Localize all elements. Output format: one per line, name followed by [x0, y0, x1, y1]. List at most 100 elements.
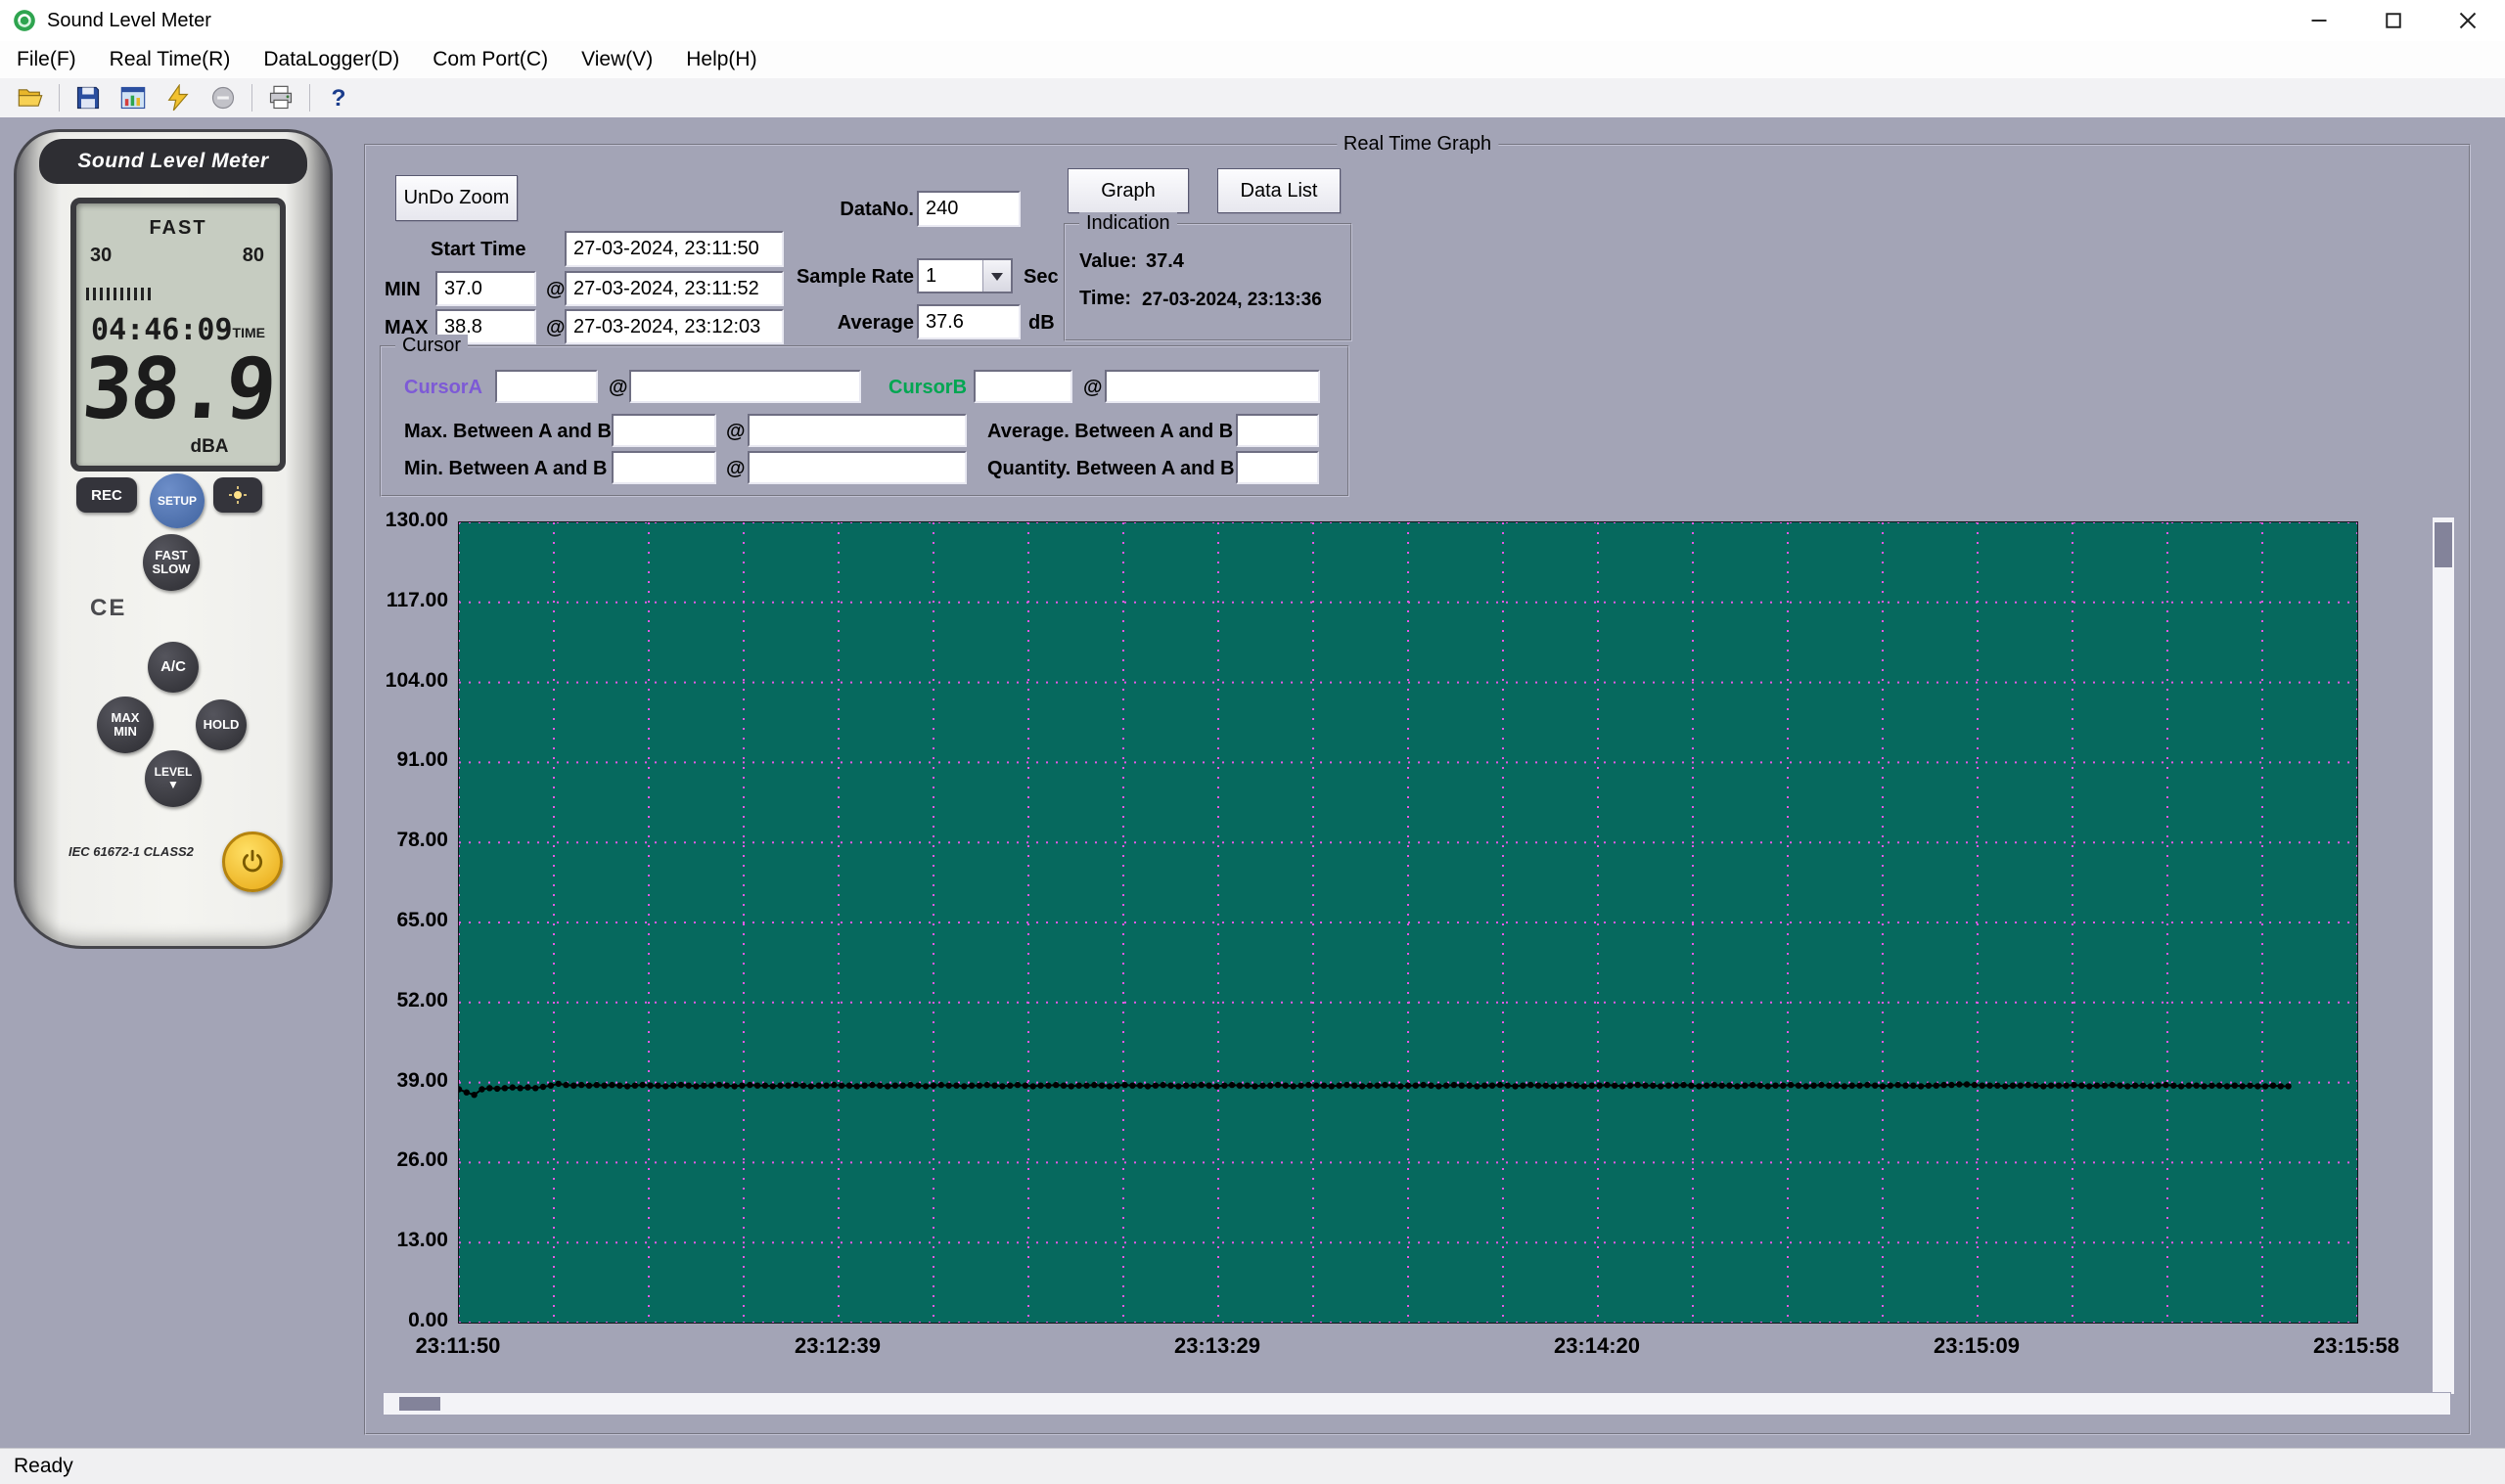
- datalogger-icon: [119, 84, 147, 112]
- app-icon: [12, 8, 37, 33]
- menu-item-com-port[interactable]: Com Port(C): [416, 41, 565, 78]
- device-power-button: [222, 832, 283, 892]
- device-min-label: MIN: [114, 725, 137, 739]
- toolbar-separator: [59, 84, 60, 112]
- min-between-label: Min. Between A and B: [404, 458, 607, 480]
- cursor-a-at-symbol: @: [609, 377, 628, 399]
- realtime-plot[interactable]: [459, 522, 2357, 1323]
- min-time-value: 27-03-2024, 23:11:52: [573, 278, 759, 300]
- help-button[interactable]: ?: [316, 80, 361, 115]
- ce-mark: CE: [90, 595, 126, 622]
- indication-value-label: Value:: [1079, 250, 1137, 273]
- toolbar-separator: [251, 84, 252, 112]
- device-brand-label: Sound Level Meter: [39, 139, 307, 184]
- data-no-field[interactable]: 240: [917, 191, 1021, 227]
- cursor-title: Cursor: [395, 335, 468, 357]
- y-axis-tick-label: 104.00: [386, 669, 448, 693]
- indication-group: Indication Value: 37.4 Time: 27-03-2024,…: [1064, 223, 1352, 341]
- svg-text:?: ?: [332, 85, 346, 112]
- start-time-field[interactable]: 27-03-2024, 23:11:50: [565, 231, 784, 267]
- x-axis-tick-label: 23:15:58: [2313, 1333, 2399, 1359]
- max-between-value-field[interactable]: [612, 414, 716, 447]
- menu-item-real-time[interactable]: Real Time(R): [93, 41, 248, 78]
- min-at-symbol: @: [546, 279, 566, 301]
- save-button[interactable]: [66, 80, 111, 115]
- setup-button[interactable]: [156, 80, 201, 115]
- datalogger-button[interactable]: [111, 80, 156, 115]
- dropdown-arrow-icon[interactable]: [982, 260, 1011, 292]
- cursor-b-value-field[interactable]: [974, 370, 1072, 403]
- backlight-icon: [228, 485, 248, 505]
- sample-rate-label: Sample Rate: [787, 266, 914, 289]
- lcd-mode: FAST: [149, 217, 206, 240]
- toolbar-separator: [309, 84, 310, 112]
- menu-item-datalogger[interactable]: DataLogger(D): [247, 41, 416, 78]
- indication-title: Indication: [1079, 212, 1177, 235]
- x-axis-tick-label: 23:11:50: [416, 1333, 501, 1359]
- real-time-graph-group: Real Time Graph UnDo Zoom Start Time 27-…: [364, 144, 2471, 1435]
- open-button[interactable]: [8, 80, 53, 115]
- maximize-icon: [2385, 12, 2402, 29]
- sample-rate-unit-label: Sec: [1024, 266, 1059, 289]
- data-list-button[interactable]: Data List: [1217, 168, 1341, 213]
- menu-item-file[interactable]: File(F): [0, 41, 93, 78]
- close-button[interactable]: [2431, 0, 2505, 41]
- indication-time-label: Time:: [1079, 288, 1131, 310]
- sample-rate-select[interactable]: 1: [917, 258, 1013, 293]
- max-between-time-field[interactable]: [748, 414, 967, 447]
- horizontal-scrollbar-thumb[interactable]: [399, 1397, 440, 1411]
- vertical-scrollbar-thumb[interactable]: [2435, 522, 2452, 567]
- indication-value: 37.4: [1146, 250, 1184, 273]
- power-icon: [240, 849, 265, 875]
- qty-between-label: Quantity. Between A and B: [987, 458, 1235, 480]
- max-time-field[interactable]: 27-03-2024, 23:12:03: [565, 309, 784, 344]
- print-icon: [267, 84, 295, 112]
- group-title: Real Time Graph: [1337, 133, 1498, 156]
- min-between-time-field[interactable]: [748, 451, 967, 484]
- y-axis-tick-label: 52.00: [396, 989, 448, 1012]
- cursor-a-time-field[interactable]: [629, 370, 861, 403]
- undo-zoom-button[interactable]: UnDo Zoom: [395, 175, 518, 221]
- stop-button[interactable]: [201, 80, 246, 115]
- vertical-scrollbar[interactable]: [2432, 517, 2455, 1395]
- x-axis-tick-label: 23:15:09: [1934, 1333, 2020, 1359]
- lcd-value: 38.9: [79, 340, 277, 438]
- status-text: Ready: [14, 1455, 73, 1478]
- avg-between-value-field[interactable]: [1236, 414, 1319, 447]
- device-lcd: FAST 30 80 04:46:09TIME 38.9 dBA: [70, 198, 286, 472]
- min-time-field[interactable]: 27-03-2024, 23:11:52: [565, 271, 784, 306]
- menu-item-help[interactable]: Help(H): [669, 41, 773, 78]
- graph-button[interactable]: Graph: [1068, 168, 1189, 213]
- window-title: Sound Level Meter: [47, 10, 211, 32]
- device-rec-button: REC: [76, 477, 137, 513]
- device-hold-button: HOLD: [196, 699, 247, 750]
- average-field[interactable]: 37.6: [917, 304, 1021, 339]
- horizontal-scrollbar[interactable]: [383, 1392, 2451, 1416]
- avg-between-label: Average. Between A and B: [987, 421, 1233, 443]
- y-axis-tick-label: 65.00: [396, 909, 448, 932]
- x-axis-tick-label: 23:13:29: [1174, 1333, 1260, 1359]
- minimize-button[interactable]: [2282, 0, 2356, 41]
- y-axis-tick-label: 26.00: [396, 1148, 448, 1172]
- cursor-group: Cursor CursorA @ CursorB @ Max. Between …: [380, 345, 1349, 497]
- average-unit-label: dB: [1028, 312, 1055, 335]
- qty-between-value-field[interactable]: [1236, 451, 1319, 484]
- maximize-button[interactable]: [2356, 0, 2431, 41]
- data-no-label: DataNo.: [839, 199, 914, 221]
- min-between-value-field[interactable]: [612, 451, 716, 484]
- menubar: File(F)Real Time(R)DataLogger(D)Com Port…: [0, 41, 2505, 79]
- x-axis: 23:11:5023:12:3923:13:2923:14:2023:15:09…: [458, 1333, 2356, 1363]
- menu-item-view[interactable]: View(V): [565, 41, 669, 78]
- cursor-b-time-field[interactable]: [1105, 370, 1320, 403]
- min-value-field[interactable]: 37.0: [435, 271, 536, 306]
- device-backlight-button: [213, 477, 262, 513]
- start-time-value: 27-03-2024, 23:11:50: [573, 238, 759, 260]
- data-no-value: 240: [926, 198, 958, 220]
- cursor-a-value-field[interactable]: [495, 370, 598, 403]
- average-value: 37.6: [926, 311, 964, 334]
- lcd-range-low: 30: [90, 245, 112, 267]
- device-fast-label: FAST: [155, 549, 187, 562]
- minimize-icon: [2310, 12, 2328, 29]
- x-axis-tick-label: 23:12:39: [795, 1333, 881, 1359]
- print-button[interactable]: [258, 80, 303, 115]
